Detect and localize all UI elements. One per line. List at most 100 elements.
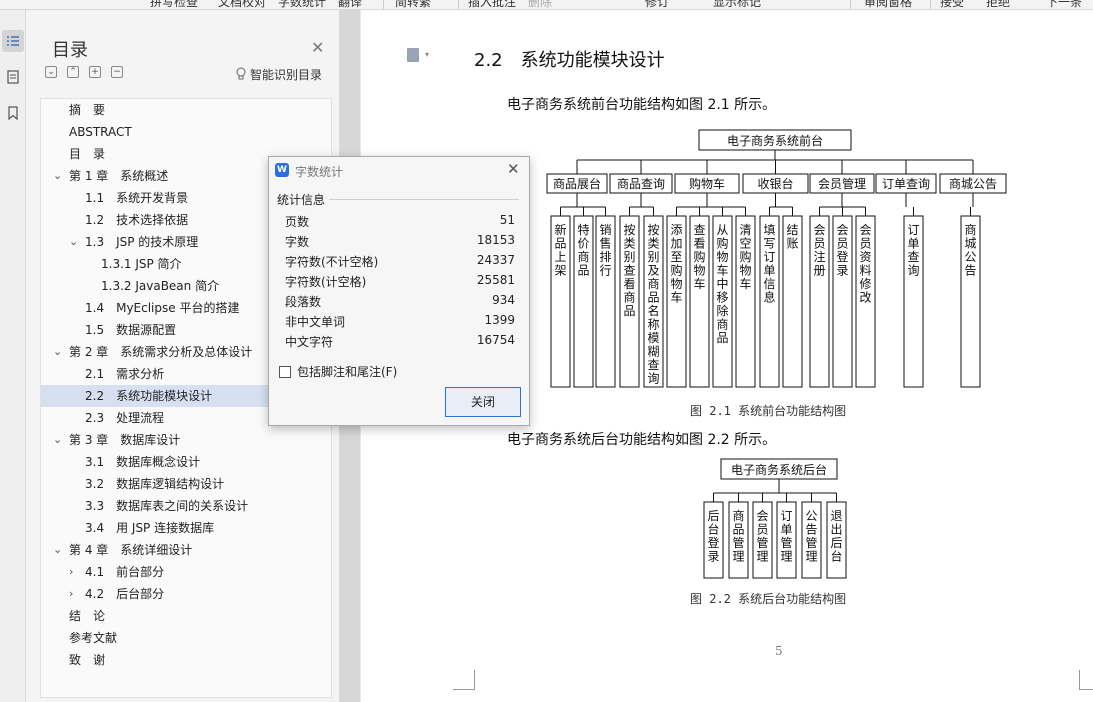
leaf-label: 会员资料修改 <box>859 223 871 305</box>
module-label: 会员管理 <box>818 176 866 191</box>
ribbon-insert-comment[interactable]: 插入批注 <box>468 0 516 9</box>
toc-item-label: 结 论 <box>69 609 106 623</box>
stat-key: 段落数 <box>285 295 322 309</box>
divider <box>329 199 519 200</box>
stat-value: 1399 <box>484 313 515 327</box>
toc-item[interactable]: ⌄ 第 3 章 数据库设计 <box>41 429 331 451</box>
toc-tools: ⌄ ⌃ + − <box>45 66 123 78</box>
add-heading-icon[interactable]: + <box>89 66 101 78</box>
toc-item-label: 2.3 处理流程 <box>85 411 165 425</box>
dialog-titlebar[interactable]: W 字数统计 ✕ <box>269 157 529 185</box>
expand-up-icon[interactable]: ⌃ <box>67 66 79 78</box>
leaf-label: 会员管理 <box>756 509 768 564</box>
checkbox-box[interactable] <box>279 365 291 378</box>
chevron-down-icon[interactable]: ⌄ <box>53 341 62 363</box>
toc-item-label: 3.3 数据库表之间的关系设计 <box>85 499 249 513</box>
ribbon-track-changes[interactable]: 修订 <box>645 0 669 9</box>
stat-row: 非中文单词 1399 <box>285 313 515 333</box>
collapse-all-icon[interactable]: ⌄ <box>45 66 57 78</box>
stat-row: 段落数 934 <box>285 293 515 313</box>
module-label: 订单查询 <box>882 177 930 191</box>
toc-item-label: 1.3.1 JSP 简介 <box>101 257 182 271</box>
paragraph-back: 电子商务系统后台功能结构如图 2.2 所示。 <box>507 432 777 448</box>
toc-item[interactable]: 结 论 <box>41 605 331 627</box>
chevron-right-icon[interactable]: › <box>69 583 73 605</box>
stat-value: 934 <box>492 293 515 307</box>
toc-item-label: 参考文献 <box>69 631 118 645</box>
chevron-down-icon[interactable]: ⌄ <box>53 165 62 187</box>
pages-icon[interactable] <box>2 66 24 88</box>
toc-item-label: 目 录 <box>69 147 106 161</box>
toc-item[interactable]: ⌄ 第 4 章 系统详细设计 <box>41 539 331 561</box>
leaf-label: 新品上架 <box>554 222 566 278</box>
toc-item[interactable]: 3.1 数据库概念设计 <box>41 451 331 473</box>
leaf-label: 订单管理 <box>780 509 792 564</box>
module-label: 购物车 <box>689 176 725 191</box>
ribbon-wordcount[interactable]: 字数统计 <box>278 0 326 9</box>
stats-section-label: 统计信息 <box>277 193 326 207</box>
ribbon-show-markup[interactable]: 显示标记 <box>713 0 761 9</box>
toc-item-label: 1.3.2 JavaBean 简介 <box>101 279 220 293</box>
close-icon[interactable]: ✕ <box>311 38 324 57</box>
toc-item-label: 第 2 章 系统需求分析及总体设计 <box>69 345 253 359</box>
leaf-label: 会员注册 <box>813 223 825 278</box>
toc-item[interactable]: › 4.1 前台部分 <box>41 561 331 583</box>
toc-item-label: 4.2 后台部分 <box>85 587 165 601</box>
stat-row: 字符数(不计空格) 24337 <box>285 253 515 273</box>
toc-item-label: 1.5 数据源配置 <box>85 323 177 337</box>
leaf-label: 添加至购物车 <box>670 223 682 305</box>
stat-value: 16754 <box>476 333 515 347</box>
toc-item[interactable]: › 4.2 后台部分 <box>41 583 331 605</box>
ribbon-simp-trad[interactable]: 简转繁 <box>395 0 431 9</box>
leaf-label: 后台登录 <box>707 509 719 564</box>
module-label: 商品查询 <box>617 176 665 191</box>
toc-icon[interactable] <box>2 30 24 52</box>
toc-item[interactable]: 致 谢 <box>41 649 331 671</box>
toc-item-label: 2.2 系统功能模块设计 <box>85 389 213 403</box>
bookmark-icon[interactable] <box>2 102 24 124</box>
leaf-label: 从购物车中移除商品 <box>716 223 728 345</box>
toc-item-label: 第 3 章 数据库设计 <box>69 433 181 447</box>
toc-item[interactable]: ABSTRACT <box>41 121 331 143</box>
toc-item[interactable]: 参考文献 <box>41 627 331 649</box>
chevron-down-icon[interactable]: ⌄ <box>69 231 78 253</box>
stat-key: 字符数(计空格) <box>285 275 367 289</box>
toc-item[interactable]: 摘 要 <box>41 99 331 121</box>
toc-item-label: 第 1 章 系统概述 <box>69 169 169 183</box>
figure-caption-back: 图 2.2 系统后台功能结构图 <box>690 592 847 606</box>
chevron-down-icon[interactable]: ⌄ <box>53 539 62 561</box>
toc-item-label: ABSTRACT <box>69 125 132 139</box>
module-label: 商品展台 <box>553 176 601 191</box>
chevron-down-icon[interactable]: ⌄ <box>53 429 62 451</box>
leaf-label: 填写订单信息 <box>763 223 775 305</box>
stat-value: 24337 <box>476 253 515 267</box>
close-button[interactable]: 关闭 <box>445 387 521 417</box>
leaf-label: 商品管理 <box>732 508 744 564</box>
toc-item-label: 1.1 系统开发背景 <box>85 191 189 205</box>
module-label: 收银台 <box>757 176 793 191</box>
back-structure-diagram: 电子商务系统后台后台登录 商品管理会员管理订单管理 公告管理 退出后台 <box>703 458 847 579</box>
ribbon-next[interactable]: 下一条 <box>1046 0 1082 9</box>
toc-item[interactable]: 3.4 用 JSP 连接数据库 <box>41 517 331 539</box>
include-footnotes-checkbox[interactable]: 包括脚注和尾注(F) <box>279 363 397 380</box>
ribbon-delete[interactable]: 删除 <box>528 0 552 9</box>
diagram-root-label: 电子商务系统后台 <box>731 462 827 477</box>
ribbon-translate[interactable]: 翻译 <box>338 0 362 9</box>
ribbon-reject[interactable]: 拒绝 <box>986 0 1010 9</box>
leaf-label: 销售排行 <box>599 223 611 278</box>
stat-row: 字数 18153 <box>285 233 515 253</box>
ribbon-proofread[interactable]: 文档校对 <box>218 0 266 9</box>
ribbon-accept[interactable]: 接受 <box>940 0 964 9</box>
ribbon-spellcheck[interactable]: 拼写检查 <box>150 0 198 9</box>
smart-toc-button[interactable]: 智能识别目录 <box>236 66 322 83</box>
stat-key: 字数 <box>285 235 310 249</box>
ribbon-review-pane[interactable]: 审阅窗格 <box>864 0 912 9</box>
stat-row: 页数 51 <box>285 213 515 233</box>
toc-item[interactable]: 3.3 数据库表之间的关系设计 <box>41 495 331 517</box>
remove-heading-icon[interactable]: − <box>111 66 123 78</box>
chevron-right-icon[interactable]: › <box>69 561 73 583</box>
toc-item-label: 1.4 MyEclipse 平台的搭建 <box>85 301 240 315</box>
close-icon[interactable]: ✕ <box>507 160 520 178</box>
toc-item[interactable]: 3.2 数据库逻辑结构设计 <box>41 473 331 495</box>
lightbulb-icon <box>236 67 246 83</box>
